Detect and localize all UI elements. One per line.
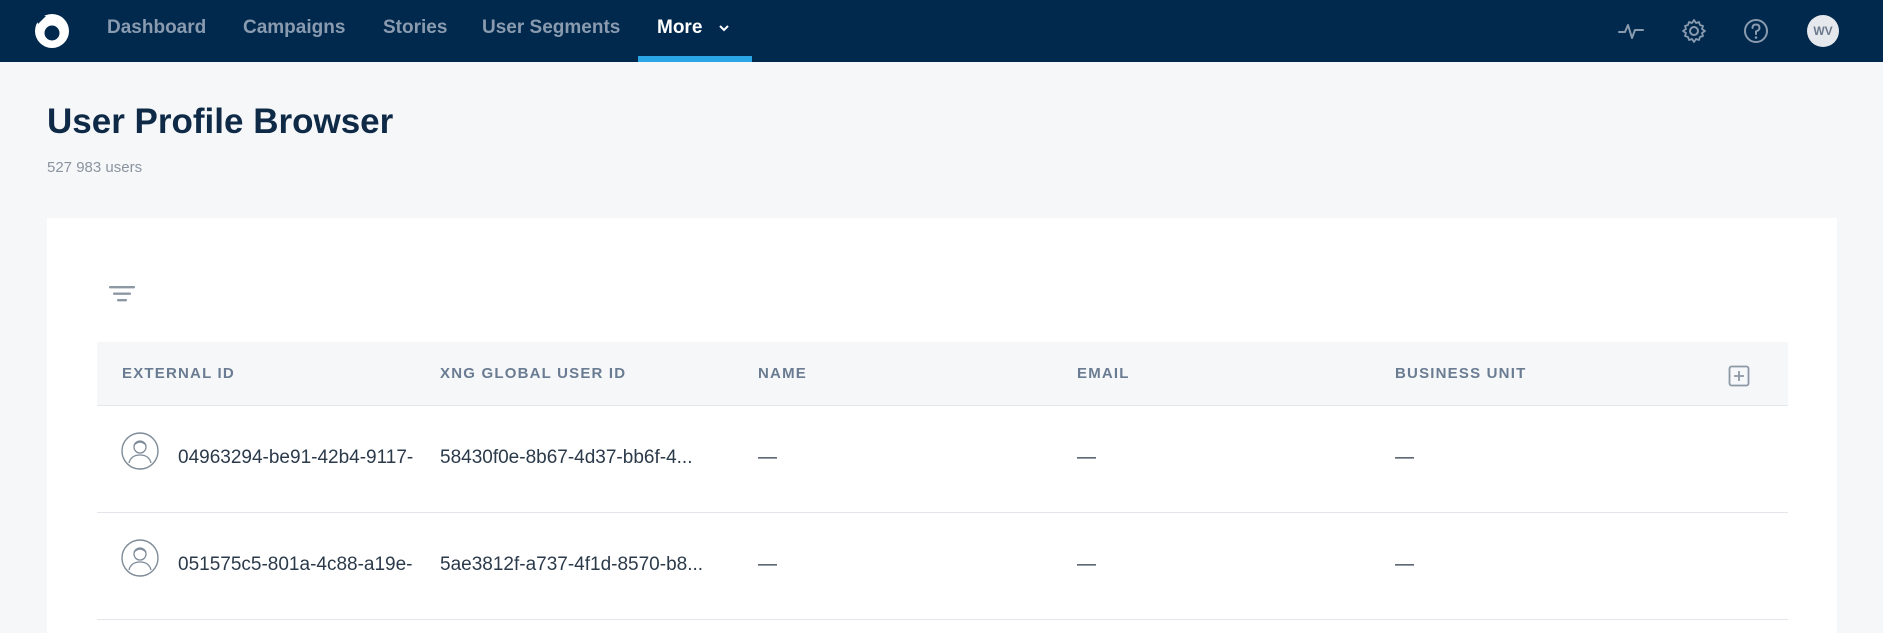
table-header: EXTERNAL ID XNG GLOBAL USER ID NAME EMAI… [97,342,1788,406]
chevron-down-icon [718,25,729,32]
activity-icon[interactable] [1617,17,1645,45]
cell-email: — [1077,554,1096,575]
add-column-icon[interactable] [1728,365,1750,387]
nav-user-segments[interactable]: User Segments [482,0,620,62]
cell-external-id: 04963294-be91-42b4-9117- [178,447,414,468]
top-navigation-bar: Dashboard Campaigns Stories User Segment… [0,0,1883,62]
table-row[interactable]: 04963294-be91-42b4-9117- 58430f0e-8b67-4… [97,407,1788,513]
cell-external-id: 051575c5-801a-4c88-a19e- [178,554,413,575]
nav-active-indicator [638,56,752,62]
nav-more[interactable]: More [657,0,730,62]
user-count: 527 983 users [47,159,143,176]
nav-dashboard[interactable]: Dashboard [107,0,206,62]
help-icon[interactable] [1742,17,1770,45]
cell-business-unit: — [1395,447,1414,468]
gear-icon[interactable] [1680,17,1708,45]
logo-icon[interactable] [34,13,70,49]
cell-global-user-id: 58430f0e-8b67-4d37-bb6f-4... [440,447,693,468]
nav-stories[interactable]: Stories [383,0,447,62]
user-menu-avatar[interactable]: WV [1807,15,1839,47]
nav-campaigns[interactable]: Campaigns [243,0,345,62]
nav-more-label: More [657,17,703,38]
cell-name: — [758,554,777,575]
cell-email: — [1077,447,1096,468]
column-header-email[interactable]: EMAIL [1077,342,1130,406]
user-avatar-icon [121,432,159,470]
column-header-external-id[interactable]: EXTERNAL ID [122,342,235,406]
cell-global-user-id: 5ae3812f-a737-4f1d-8570-b8... [440,554,704,575]
column-header-business-unit[interactable]: BUSINESS UNIT [1395,342,1526,406]
cell-business-unit: — [1395,554,1414,575]
column-header-name[interactable]: NAME [758,342,807,406]
page-title: User Profile Browser [47,102,394,141]
table-row[interactable]: 051575c5-801a-4c88-a19e- 5ae3812f-a737-4… [97,514,1788,620]
column-header-global-user-id[interactable]: XNG GLOBAL USER ID [440,342,626,406]
user-avatar-icon [121,539,159,577]
cell-name: — [758,447,777,468]
filter-icon[interactable] [109,284,135,304]
